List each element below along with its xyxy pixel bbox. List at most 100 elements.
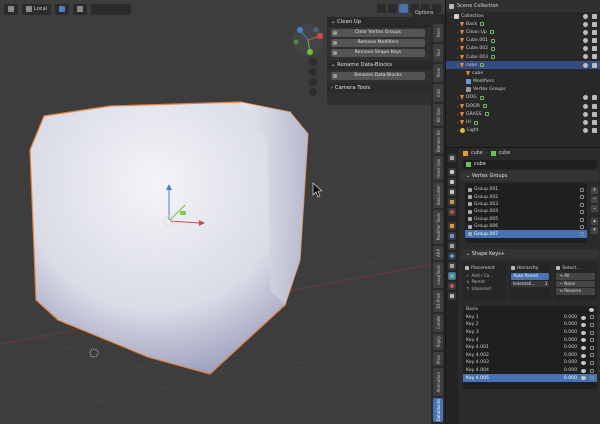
section-clean-up[interactable]: ⌄ Clean Up [327,17,431,27]
tab-item[interactable]: Item [433,24,443,42]
checkbox[interactable] [590,315,594,320]
move-down-button[interactable]: ▾ [591,227,598,234]
section-rename-data-blocks[interactable]: ⌄ Rename Data-Blocks [327,60,431,70]
eye-icon[interactable] [583,13,588,19]
tab-view[interactable]: View [433,64,443,82]
eye-icon[interactable] [581,368,586,373]
shape-key-value[interactable]: 0.000 [564,345,577,350]
outliner-row[interactable]: › Light [446,127,600,135]
eye-icon[interactable] [581,330,586,335]
shape-key-value[interactable]: 0.000 [564,360,577,365]
eye-icon[interactable] [583,62,588,68]
unparent-button[interactable]: ↰ Unparent [465,285,504,292]
outliner-row[interactable]: › Cube.003 [446,53,600,61]
xray-button[interactable] [388,4,397,13]
lock-icon[interactable] [580,210,584,215]
vertex-group-item[interactable]: Group.006 [465,223,587,230]
camera-icon[interactable] [592,128,597,134]
outliner-row[interactable]: › cube [446,61,600,70]
tab-blender-kit[interactable]: Blender Kit [433,128,443,154]
shape-key-value[interactable]: 0.000 [564,338,577,343]
vertex-group-item[interactable]: Group.004 [465,208,587,215]
eye-icon[interactable] [583,119,588,125]
scene-tab[interactable] [448,198,456,206]
outliner-row[interactable]: › Back [446,20,600,28]
tab-rigify[interactable]: Rigify [433,334,443,350]
vertex-group-menu-button[interactable]: ⌄ [591,205,598,212]
tab-arp[interactable]: ARP [433,246,443,260]
indentation-field[interactable]: Indentati... 3 [510,280,550,287]
select-all-button[interactable]: + All [556,273,596,280]
shape-key-value[interactable]: 0.000 [564,322,577,327]
mesh-data-icon[interactable] [489,30,494,35]
solid-shading-button[interactable] [399,4,408,13]
outliner-row[interactable]: › DOG [446,94,600,102]
outliner-row[interactable]: › Cube.002 [446,45,600,53]
checkbox[interactable] [590,338,594,343]
shape-key-value[interactable]: 0.000 [564,330,577,335]
shape-key-value[interactable]: 0.000 [564,353,577,358]
render-tab[interactable] [448,168,456,176]
lock-icon[interactable] [580,232,584,237]
camera-icon[interactable] [592,119,597,125]
outliner-row[interactable]: › HI [446,118,600,126]
tool-tab[interactable] [448,154,456,162]
camera-icon[interactable] [592,62,597,68]
constraints-tab[interactable] [448,262,456,270]
object-tab[interactable] [448,222,456,230]
camera-icon[interactable] [592,21,597,27]
view-layer-tab[interactable] [448,188,456,196]
mesh-data-icon[interactable] [491,38,496,43]
outliner-row[interactable]: Vertex Groups [446,86,600,94]
eye-icon[interactable] [583,38,588,44]
3d-viewport[interactable]: Local Options ⌄ Clean Up Clear Vertex Gr… [0,0,445,424]
tab-animation[interactable]: Animation [433,368,443,396]
outliner-row[interactable]: › DOOR [446,102,600,110]
world-tab[interactable] [448,208,456,216]
clear-vertex-groups-button[interactable]: Clear Vertex Groups [331,29,425,37]
lock-icon[interactable] [580,188,584,192]
camera-icon[interactable] [592,95,597,101]
shape-key-row[interactable]: Key 4.001 0.000 [463,344,597,352]
tab-hard-ops[interactable]: Hard Ops [433,156,443,180]
vertex-group-item[interactable]: Group.003 [465,201,587,208]
section-camera-tools[interactable]: › Camera Tools [327,83,431,93]
camera-icon[interactable] [592,103,597,109]
tab-3d-print[interactable]: 3D-Print [433,290,443,312]
tab-boxcutter[interactable]: BoxCutter [433,182,443,208]
remove-modifiers-button[interactable]: Remove Modifiers [331,39,425,47]
checkbox[interactable] [590,360,594,365]
shape-key-row[interactable]: Key 4.004 0.000 [463,367,597,375]
tab-kit-ops[interactable]: Kit Ops [433,104,443,126]
eye-icon[interactable] [589,308,594,312]
tab-modifier-tools[interactable]: Modifier Tools [433,210,443,244]
eye-icon[interactable] [583,21,588,27]
select-reverse-button[interactable]: ↔ Reverse [556,288,596,295]
vertex-group-item[interactable]: Group.007 [465,230,587,238]
tab-looptools[interactable]: LoopTools [433,262,443,288]
eye-icon[interactable] [583,128,588,134]
object-data-tab[interactable] [448,272,456,280]
lock-icon[interactable] [580,202,584,207]
tab-create[interactable]: Create [433,314,443,332]
eye-icon[interactable] [583,111,588,117]
outliner-row[interactable]: cube [446,69,600,77]
eye-icon[interactable] [583,54,588,60]
camera-icon[interactable] [592,13,597,19]
search-field[interactable] [90,3,131,15]
physics-tab[interactable] [448,252,456,260]
eye-icon[interactable] [581,345,586,350]
particles-tab[interactable] [448,242,456,250]
shape-key-row[interactable]: Key 4.002 0.000 [463,352,597,360]
texture-tab[interactable] [448,292,456,300]
eye-icon[interactable] [581,353,586,358]
mesh-data-icon[interactable] [473,120,478,125]
outliner-row[interactable]: › Cube.001 [446,37,600,45]
shape-key-row[interactable]: Key 4.005 0.000 [463,374,597,382]
eye-icon[interactable] [581,376,586,381]
shape-key-row[interactable]: Key 1 0.000 [463,314,597,322]
eye-icon[interactable] [581,338,586,343]
checkbox[interactable] [590,345,594,350]
orientation-dropdown[interactable]: Local [22,3,51,15]
shape-keys-panel-header[interactable]: ⌄ Shape Keys+ [461,249,599,259]
